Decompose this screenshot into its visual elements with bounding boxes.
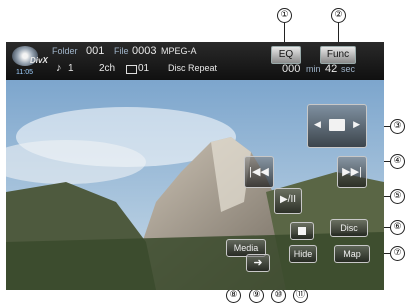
skip-back-icon: |◀◀	[249, 166, 269, 178]
folder-label: Folder	[52, 46, 78, 56]
folder-icon	[329, 119, 345, 131]
disc-time: 11:05	[16, 69, 33, 76]
skip-forward-icon: ▶▶|	[342, 166, 362, 178]
stop-icon	[298, 227, 306, 235]
subtitle-icon	[126, 65, 137, 74]
disc-button[interactable]: Disc	[330, 219, 368, 237]
file-format: MPEG-A	[161, 46, 197, 56]
callout-2: ②	[331, 8, 346, 23]
callout-11: ⑪	[293, 288, 308, 303]
map-button[interactable]: Map	[334, 245, 370, 263]
callout-9: ⑨	[249, 288, 264, 303]
time-min-value: 000	[282, 63, 301, 75]
track-value: 1	[68, 63, 74, 74]
func-button[interactable]: Func	[320, 46, 356, 64]
subtitle-value: 01	[138, 63, 150, 74]
folder-select-button[interactable]: ◀ ▶	[307, 104, 367, 148]
status-bar: DivX 11:05 Folder 001 File 0003 MPEG-A ♪…	[6, 42, 384, 80]
play-pause-icon: ▶/II	[279, 194, 297, 205]
callout-8: ⑧	[226, 288, 241, 303]
arrow-right-icon: ▶	[353, 119, 360, 129]
time-sec-label: sec	[341, 64, 356, 74]
stop-button[interactable]	[290, 222, 314, 240]
time-min-label: min	[306, 64, 321, 74]
play-pause-button[interactable]: ▶/II	[274, 188, 302, 214]
callout-5: ⑤	[390, 189, 405, 204]
search-button[interactable]: ➜	[246, 254, 270, 272]
eq-button[interactable]: EQ	[271, 46, 301, 64]
disc-badge: DivX	[30, 56, 48, 65]
callout-3: ③	[390, 119, 405, 134]
music-note-icon: ♪	[56, 62, 62, 74]
arrow-left-icon: ◀	[314, 119, 321, 129]
channels: 2ch	[99, 63, 116, 74]
callout-7: ⑦	[390, 246, 405, 261]
file-value: 0003	[132, 45, 157, 57]
file-label: File	[114, 46, 129, 56]
callout-10: ⑩	[271, 288, 286, 303]
folder-value: 001	[86, 45, 105, 57]
prev-track-button[interactable]: |◀◀	[244, 156, 274, 188]
device-screen: DivX 11:05 Folder 001 File 0003 MPEG-A ♪…	[6, 42, 384, 290]
next-track-button[interactable]: ▶▶|	[337, 156, 367, 188]
arrow-right-icon: ➜	[253, 257, 263, 269]
callout-1: ①	[277, 8, 292, 23]
time-sec-value: 42	[325, 63, 338, 75]
hide-button[interactable]: Hide	[289, 245, 317, 263]
callout-6: ⑥	[390, 220, 405, 235]
repeat-mode: Disc Repeat	[168, 63, 218, 73]
callout-4: ④	[390, 154, 405, 169]
